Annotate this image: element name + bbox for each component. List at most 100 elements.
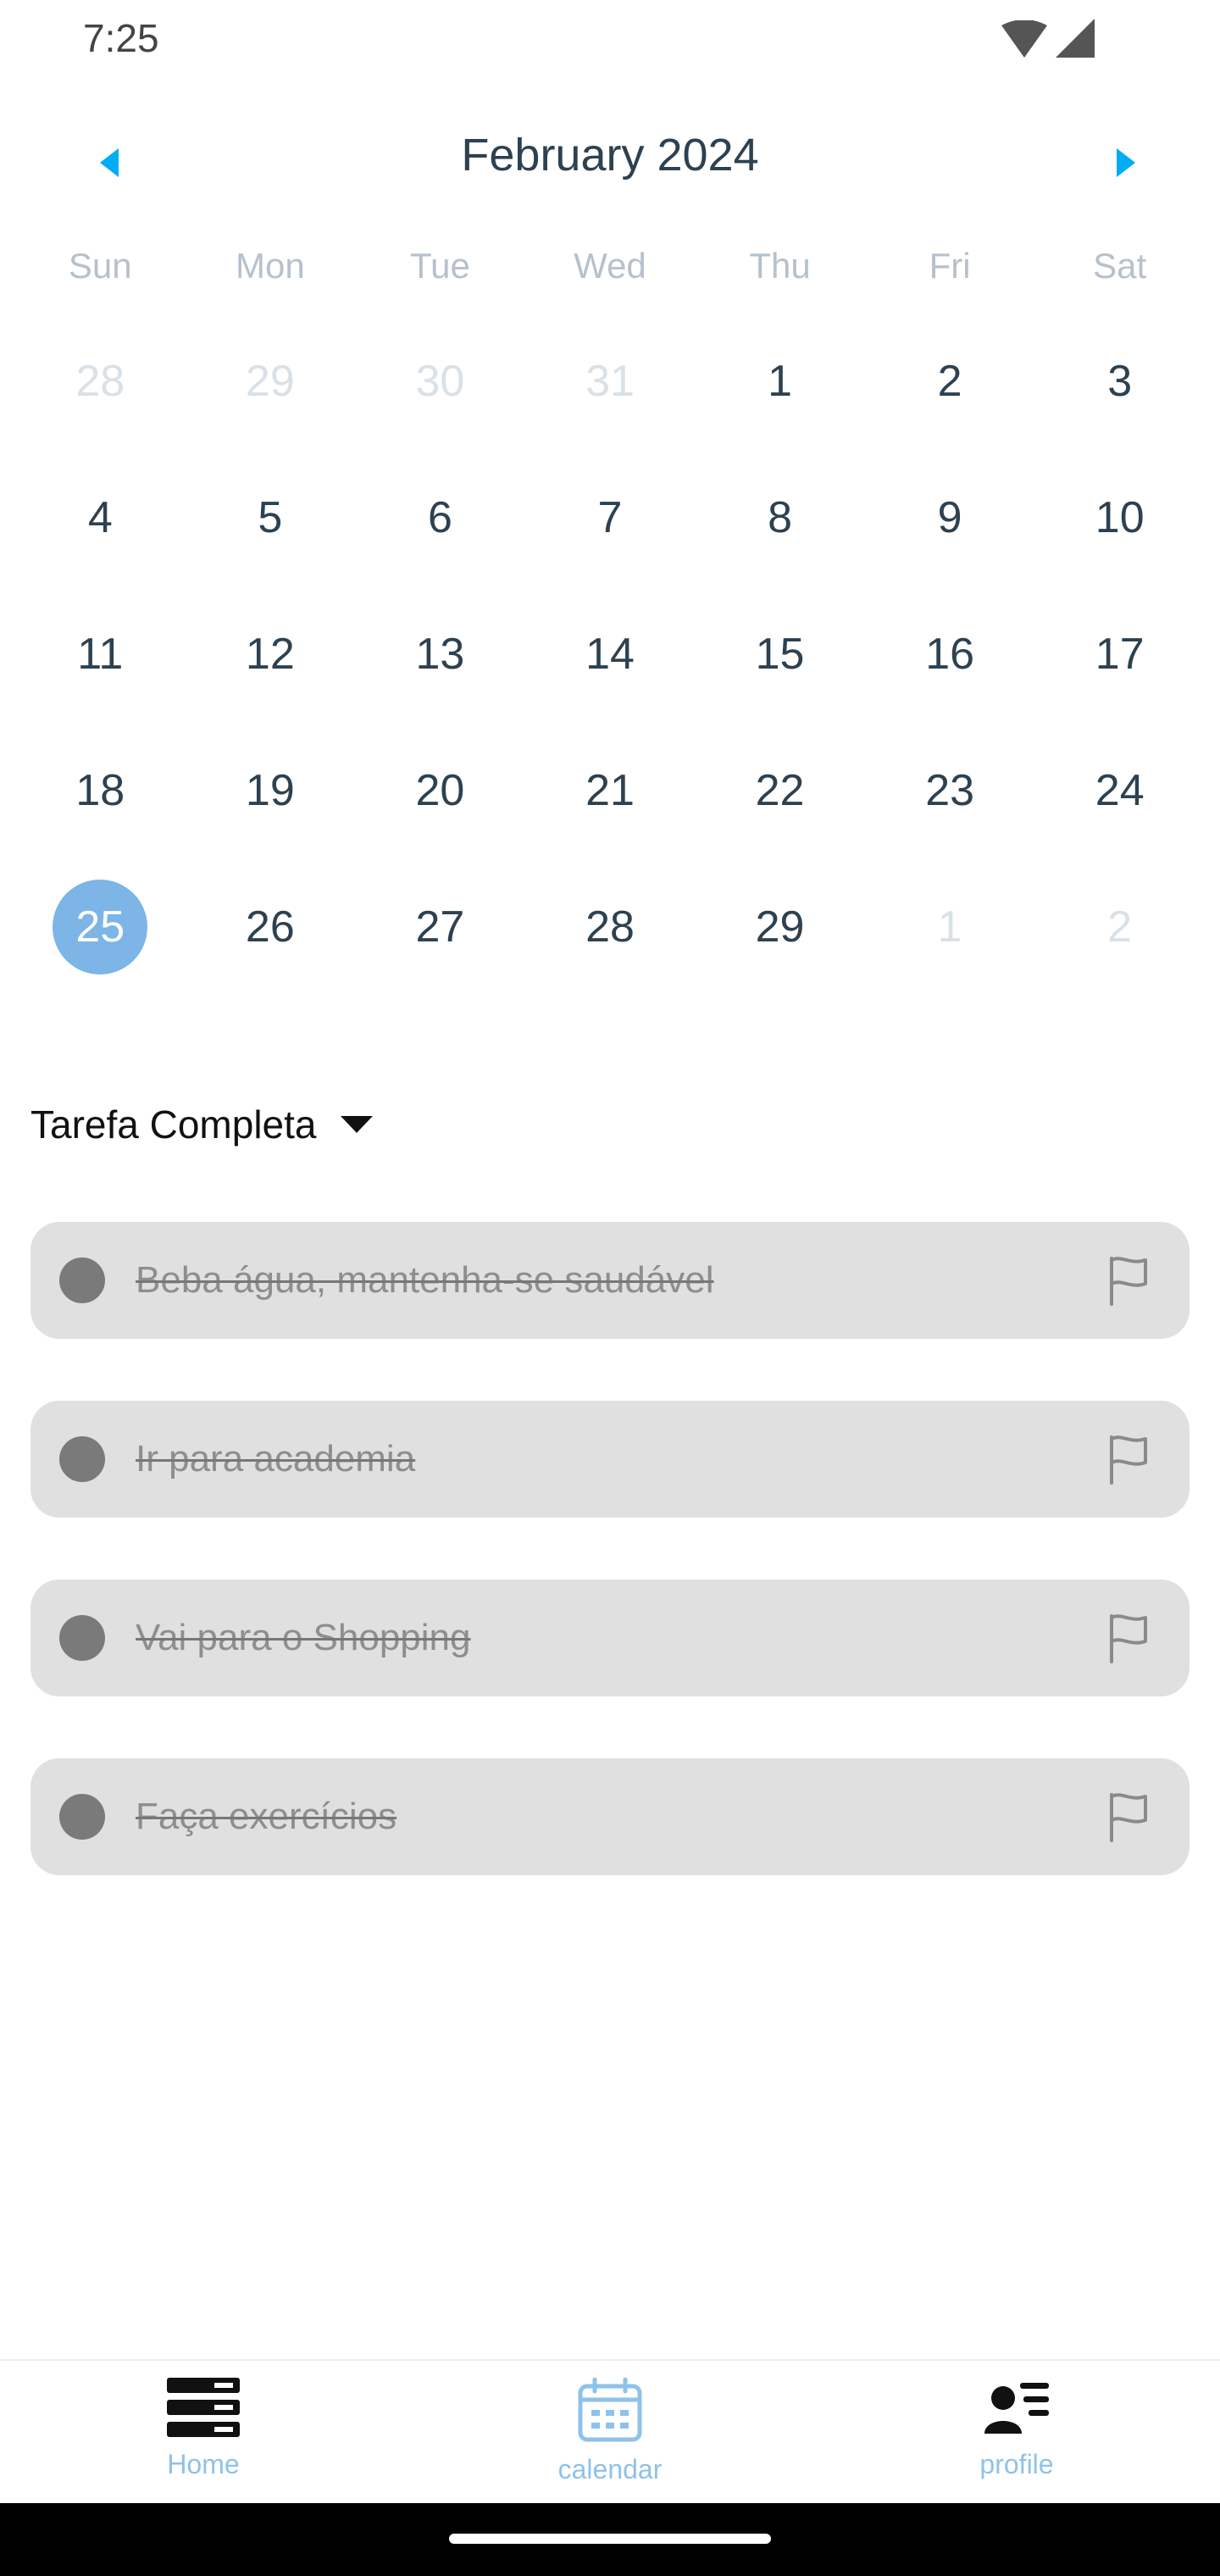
wifi-icon: [1001, 20, 1047, 58]
calendar-day[interactable]: 17: [1034, 612, 1205, 748]
calendar-day[interactable]: 3: [1034, 339, 1205, 475]
calendar-day[interactable]: 29: [186, 339, 356, 475]
bottom-navigation: Home calendar profile: [0, 2359, 1220, 2505]
calendar-day-number: 17: [1095, 630, 1145, 679]
calendar-day[interactable]: 29: [695, 885, 865, 1021]
calendar-day-number: 3: [1107, 357, 1133, 406]
calendar-day-number: 16: [925, 630, 975, 679]
calendar-day[interactable]: 18: [15, 748, 186, 885]
calendar-day[interactable]: 1: [865, 885, 1035, 1021]
calendar-day-number: 29: [245, 357, 295, 406]
calendar-day-number: 18: [75, 766, 125, 815]
calendar-day[interactable]: 5: [186, 475, 356, 612]
calendar-day[interactable]: 31: [525, 339, 696, 475]
calendar-day[interactable]: 9: [865, 475, 1035, 612]
task-filter-dropdown[interactable]: Tarefa Completa: [30, 1102, 373, 1147]
calendar-day-number: 24: [1095, 766, 1145, 815]
next-month-button[interactable]: [1100, 137, 1151, 188]
calendar-day-number: 1: [937, 902, 962, 952]
calendar-day[interactable]: 16: [865, 612, 1035, 748]
calendar-day[interactable]: 22: [695, 748, 865, 885]
calendar-day-number: 10: [1095, 493, 1145, 542]
weekday-label: Thu: [749, 246, 811, 286]
weekday-label: Sun: [68, 246, 132, 286]
task-item[interactable]: Vai para o Shopping: [30, 1579, 1190, 1696]
month-title: February 2024: [461, 130, 759, 180]
task-status-dot[interactable]: [59, 1436, 105, 1482]
calendar-day-number: 21: [585, 766, 635, 815]
calendar-day[interactable]: 2: [865, 339, 1035, 475]
task-text: Ir para academia: [136, 1438, 416, 1480]
calendar-day-number: 29: [755, 902, 805, 952]
task-status-dot[interactable]: [59, 1794, 105, 1840]
calendar-day[interactable]: 7: [525, 475, 696, 612]
calendar-day-number: 6: [427, 493, 452, 542]
caret-down-icon: [340, 1116, 373, 1133]
calendar-day-number: 26: [245, 902, 295, 952]
calendar-day-number: 27: [415, 902, 465, 952]
home-indicator[interactable]: [449, 2534, 771, 2544]
task-text: Faça exercícios: [136, 1796, 397, 1837]
calendar-day[interactable]: 6: [355, 475, 525, 612]
nav-profile-label: profile: [979, 2449, 1054, 2479]
calendar-day-number: 1: [768, 357, 793, 406]
calendar-day[interactable]: 23: [865, 748, 1035, 885]
nav-home-label: Home: [167, 2449, 240, 2479]
calendar-day[interactable]: 26: [186, 885, 356, 1021]
calendar-day-number: 4: [87, 493, 113, 542]
calendar-day-number: 20: [415, 766, 465, 815]
task-item[interactable]: Beba água, mantenha-se saudável: [30, 1222, 1190, 1339]
calendar-day[interactable]: 12: [186, 612, 356, 748]
calendar-day-number: 19: [245, 766, 295, 815]
calendar-day[interactable]: 30: [355, 339, 525, 475]
person-list-icon: [984, 2383, 1049, 2434]
calendar-day[interactable]: 13: [355, 612, 525, 748]
calendar-day[interactable]: 10: [1034, 475, 1205, 612]
task-status-dot[interactable]: [59, 1615, 105, 1661]
status-icons: [1001, 17, 1095, 58]
calendar-day[interactable]: 8: [695, 475, 865, 612]
calendar-day[interactable]: 11: [15, 612, 186, 748]
nav-profile-tab[interactable]: profile: [890, 2378, 1144, 2480]
task-item[interactable]: Ir para academia: [30, 1401, 1190, 1518]
calendar-day-number: 8: [768, 493, 793, 542]
weekday-header: Sun Mon Tue Wed Thu Fri Sat: [15, 246, 1205, 286]
flag-icon[interactable]: [1101, 1790, 1156, 1844]
calendar-day[interactable]: 4: [15, 475, 186, 612]
calendar-day[interactable]: 20: [355, 748, 525, 885]
system-navigation-bar: [0, 2503, 1220, 2576]
flag-icon[interactable]: [1101, 1253, 1156, 1307]
stack-icon: [167, 2378, 240, 2437]
calendar-day[interactable]: 27: [355, 885, 525, 1021]
weekday-label: Sat: [1093, 246, 1147, 286]
task-item[interactable]: Faça exercícios: [30, 1758, 1190, 1875]
calendar-day[interactable]: 21: [525, 748, 696, 885]
weekday-label: Mon: [236, 246, 305, 286]
weekday-label: Fri: [929, 246, 971, 286]
calendar-day[interactable]: 19: [186, 748, 356, 885]
calendar-day-number: 5: [258, 493, 283, 542]
calendar-day[interactable]: 24: [1034, 748, 1205, 885]
nav-calendar-label: calendar: [557, 2454, 663, 2484]
calendar-day[interactable]: 15: [695, 612, 865, 748]
calendar-day-number: 28: [585, 902, 635, 952]
calendar-day-number: 2: [1107, 902, 1133, 952]
calendar-day-number: 13: [415, 630, 465, 679]
cell-signal-icon: [1056, 19, 1095, 58]
calendar-day[interactable]: 28: [525, 885, 696, 1021]
calendar-day-number: 23: [925, 766, 975, 815]
calendar-day[interactable]: 1: [695, 339, 865, 475]
status-time: 7:25: [83, 16, 159, 60]
nav-calendar-tab[interactable]: calendar: [483, 2378, 737, 2485]
calendar-day[interactable]: 28: [15, 339, 186, 475]
calendar-day[interactable]: 14: [525, 612, 696, 748]
flag-icon[interactable]: [1101, 1611, 1156, 1665]
calendar-day-number: 31: [585, 357, 635, 406]
calendar-day[interactable]: 2: [1034, 885, 1205, 1021]
nav-home-tab[interactable]: Home: [76, 2378, 330, 2480]
task-status-dot[interactable]: [59, 1257, 105, 1303]
calendar-day-selected[interactable]: 25: [15, 880, 186, 1021]
status-bar: 7:25: [0, 0, 1220, 76]
flag-icon[interactable]: [1101, 1432, 1156, 1486]
weekday-label: Wed: [574, 246, 646, 286]
